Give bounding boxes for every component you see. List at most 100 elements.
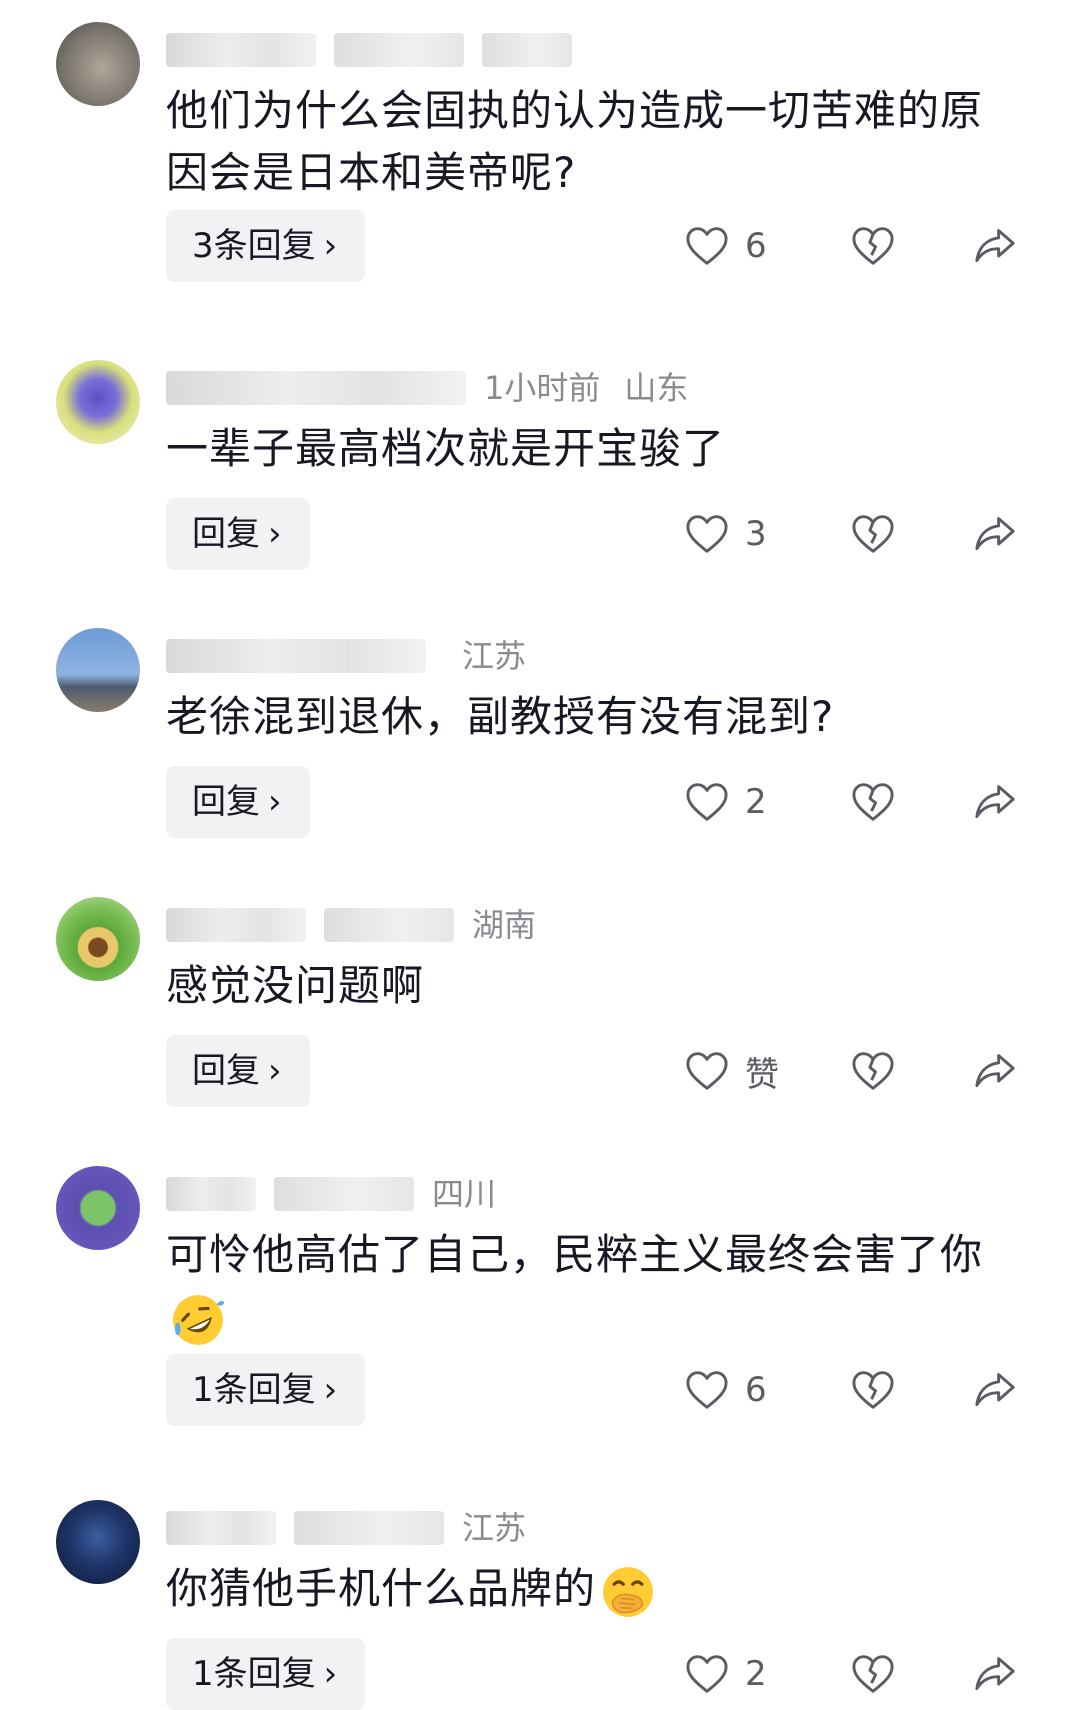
share-arrow-icon bbox=[975, 785, 1015, 818]
comment-meta bbox=[166, 26, 590, 70]
chevron-right-icon: › bbox=[323, 226, 338, 266]
share-button[interactable] bbox=[973, 1051, 1017, 1091]
chevron-right-icon: › bbox=[268, 514, 282, 554]
broken-heart-icon bbox=[852, 515, 894, 553]
like-button[interactable]: 赞 bbox=[685, 1047, 815, 1096]
avatar[interactable] bbox=[56, 628, 140, 712]
heart-outline-icon bbox=[686, 1371, 728, 1409]
dislike-button[interactable] bbox=[851, 514, 895, 554]
username-redacted[interactable] bbox=[166, 1511, 276, 1545]
comment-actions: 赞 bbox=[686, 1035, 1017, 1107]
like-count: 6 bbox=[745, 226, 767, 266]
comment-meta: 四川 bbox=[166, 1170, 520, 1214]
comment-meta: 江苏 bbox=[166, 1504, 550, 1548]
avatar[interactable] bbox=[56, 897, 140, 981]
broken-heart-icon bbox=[852, 227, 894, 265]
like-button[interactable]: 2 bbox=[685, 1654, 815, 1694]
chevron-right-icon: › bbox=[268, 782, 282, 822]
share-arrow-icon bbox=[975, 1054, 1015, 1087]
heart-outline-icon bbox=[686, 515, 728, 553]
share-button[interactable] bbox=[973, 1370, 1017, 1410]
comment-actions: 6 bbox=[685, 1354, 1017, 1426]
comment-text: 老徐混到退休，副教授有没有混到? bbox=[166, 692, 835, 741]
avatar[interactable] bbox=[56, 22, 140, 106]
comment-meta: 江苏 bbox=[166, 632, 550, 676]
username-redacted[interactable] bbox=[166, 639, 426, 673]
avatar[interactable] bbox=[56, 1500, 140, 1584]
dislike-button[interactable] bbox=[851, 1370, 895, 1410]
comment-actions: 6 bbox=[685, 210, 1017, 282]
like-count: 6 bbox=[745, 1370, 767, 1410]
comment-text: 感觉没问题啊 bbox=[166, 961, 425, 1010]
avatar[interactable] bbox=[56, 360, 140, 444]
reply-button[interactable]: 回复 › bbox=[166, 1035, 310, 1107]
reply-label: 1条回复 bbox=[192, 1654, 316, 1694]
comment-text: 可怜他高估了自己，民粹主义最终会害了你 bbox=[166, 1224, 996, 1348]
dislike-button[interactable] bbox=[851, 226, 895, 266]
broken-heart-icon bbox=[852, 1655, 894, 1693]
comment-location: 江苏 bbox=[462, 637, 527, 675]
username-redacted[interactable] bbox=[166, 1177, 256, 1211]
comment-location: 山东 bbox=[624, 369, 689, 407]
dislike-button[interactable] bbox=[851, 782, 895, 822]
rofl-emoji-icon bbox=[173, 1294, 225, 1345]
username-redacted[interactable] bbox=[166, 33, 316, 67]
like-count: 2 bbox=[745, 782, 767, 822]
comment-text: 你猜他手机什么品牌的 bbox=[166, 1558, 996, 1620]
reply-label: 回复 bbox=[192, 514, 260, 554]
heart-outline-icon bbox=[686, 783, 728, 821]
username-redacted[interactable] bbox=[166, 908, 306, 942]
reply-button[interactable]: 回复 › bbox=[166, 498, 310, 570]
comment-location: 江苏 bbox=[462, 1509, 527, 1547]
share-button[interactable] bbox=[973, 782, 1017, 822]
share-button[interactable] bbox=[973, 514, 1017, 554]
comment-actions: 2 bbox=[685, 1638, 1017, 1710]
broken-heart-icon bbox=[852, 1371, 894, 1409]
reply-label: 回复 bbox=[192, 1051, 260, 1091]
chevron-right-icon: › bbox=[268, 1051, 282, 1091]
reply-label: 3条回复 bbox=[192, 226, 316, 266]
share-button[interactable] bbox=[973, 226, 1017, 266]
comment-text: 他们为什么会固执的认为造成一切苦难的原因会是日本和美帝呢? bbox=[166, 86, 984, 197]
comment-location: 湖南 bbox=[472, 906, 537, 944]
like-count: 3 bbox=[745, 514, 767, 554]
comment-meta: 1小时前 山东 bbox=[166, 364, 712, 408]
like-button[interactable]: 2 bbox=[685, 782, 815, 822]
comment-actions: 3 bbox=[685, 498, 1017, 570]
chevron-right-icon: › bbox=[323, 1654, 338, 1694]
reply-button[interactable]: 回复 › bbox=[166, 766, 310, 838]
share-arrow-icon bbox=[975, 1657, 1015, 1690]
dislike-button[interactable] bbox=[851, 1051, 895, 1091]
username-redacted[interactable] bbox=[166, 371, 466, 405]
like-count: 2 bbox=[745, 1654, 767, 1694]
hand-over-mouth-emoji-icon bbox=[603, 1566, 653, 1617]
like-button[interactable]: 3 bbox=[685, 514, 815, 554]
like-count: 赞 bbox=[745, 1054, 779, 1095]
comment-text-content: 可怜他高估了自己，民粹主义最终会害了你 bbox=[166, 1230, 984, 1279]
avatar[interactable] bbox=[56, 1166, 140, 1250]
broken-heart-icon bbox=[852, 1052, 894, 1090]
share-button[interactable] bbox=[973, 1654, 1017, 1694]
heart-outline-icon bbox=[686, 1052, 728, 1090]
share-arrow-icon bbox=[975, 517, 1015, 550]
share-arrow-icon bbox=[975, 1373, 1015, 1406]
comment-actions: 2 bbox=[685, 766, 1017, 838]
heart-outline-icon bbox=[686, 1655, 728, 1693]
comment-text-content: 你猜他手机什么品牌的 bbox=[166, 1564, 597, 1613]
reply-label: 回复 bbox=[192, 782, 260, 822]
heart-outline-icon bbox=[686, 227, 728, 265]
comment-location: 四川 bbox=[432, 1175, 497, 1213]
like-button[interactable]: 6 bbox=[685, 1370, 815, 1410]
comment-text: 一辈子最高档次就是开宝骏了 bbox=[166, 424, 726, 473]
share-arrow-icon bbox=[975, 229, 1015, 262]
comment-time: 1小时前 bbox=[484, 369, 601, 407]
chevron-right-icon: › bbox=[323, 1370, 338, 1410]
view-replies-button[interactable]: 1条回复 › bbox=[166, 1638, 366, 1710]
view-replies-button[interactable]: 1条回复 › bbox=[166, 1354, 366, 1426]
dislike-button[interactable] bbox=[851, 1654, 895, 1694]
reply-label: 1条回复 bbox=[192, 1370, 316, 1410]
like-button[interactable]: 6 bbox=[685, 226, 815, 266]
comment-meta: 湖南 bbox=[166, 901, 560, 945]
view-replies-button[interactable]: 3条回复 › bbox=[166, 210, 366, 282]
broken-heart-icon bbox=[852, 783, 894, 821]
